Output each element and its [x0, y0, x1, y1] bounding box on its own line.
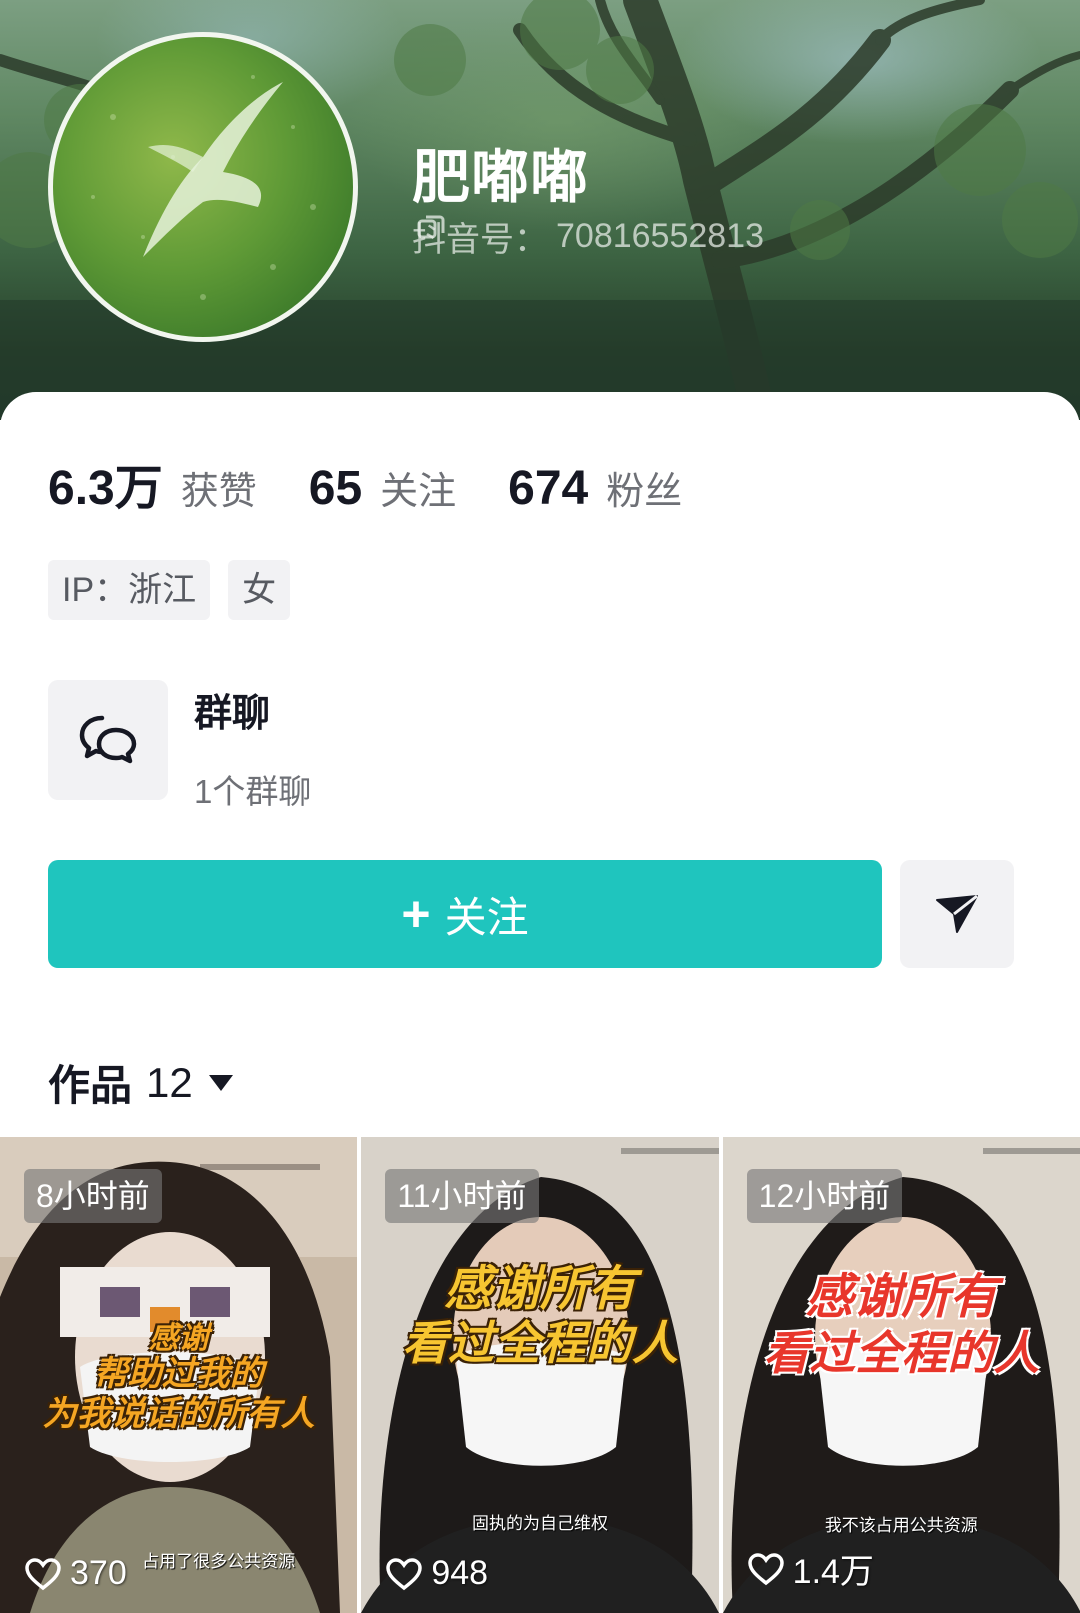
video-caption-line: 感谢: [148, 1322, 209, 1355]
video-caption-line: 看过全程的人: [763, 1327, 1040, 1379]
video-likes-count: 1.4万: [792, 1553, 874, 1591]
profile-page: 肥嘟嘟 抖音号： 70816552813 6.3万 获赞 65 关注 674 粉…: [0, 0, 1080, 1613]
video-caption-line: 为我说话的所有人: [42, 1395, 315, 1433]
video-caption-line: 帮助过我的: [93, 1355, 264, 1393]
works-tab-label: 作品: [48, 1062, 133, 1109]
video-likes: 370: [24, 1554, 127, 1593]
stat-following-value: 65: [308, 462, 363, 515]
video-sub-caption: 我不该占用公共资源: [824, 1516, 978, 1535]
send-message-button[interactable]: [900, 860, 1014, 968]
profile-tags: IP：浙江 女: [48, 560, 291, 620]
video-time-badge: 11小时前: [385, 1169, 539, 1223]
video-time-badge: 8小时前: [24, 1169, 162, 1223]
group-chat-subtitle: 1个群聊: [194, 773, 312, 810]
video-sub-caption: 固执的为自己维权: [471, 1514, 608, 1533]
stat-likes-value: 6.3万: [48, 462, 163, 515]
video-likes-count: 948: [431, 1554, 489, 1592]
chat-bubbles-icon: [79, 715, 137, 764]
group-chat-entry[interactable]: 群聊 1个群聊: [48, 680, 311, 813]
video-caption-line: 看过全程的人: [401, 1317, 678, 1369]
stat-following-label: 关注: [380, 471, 457, 513]
group-chat-icon-box: [48, 680, 168, 800]
works-tab[interactable]: 作品 12: [48, 1052, 235, 1113]
follow-button-label: 关注: [444, 893, 529, 941]
video-caption-line: 感谢所有: [805, 1271, 998, 1324]
stat-followers-value: 674: [508, 462, 589, 515]
caret-down-icon[interactable]: [207, 1073, 235, 1093]
follow-button[interactable]: + 关注: [48, 860, 882, 968]
group-chat-title: 群聊: [194, 693, 271, 735]
video-likes: 948: [385, 1554, 488, 1593]
profile-stats: 6.3万 获赞 65 关注 674 粉丝: [48, 448, 734, 518]
video-time-badge: 12小时前: [746, 1169, 903, 1223]
video-grid: 8小时前 感谢 帮助过我的 为我说话的所有人 占用了很多公共资源 370 11小…: [0, 1137, 1080, 1613]
stat-following[interactable]: 65 关注: [309, 460, 456, 516]
heart-icon: [747, 1552, 784, 1585]
stat-likes-label: 获赞: [180, 471, 257, 513]
video-caption-line: 感谢所有: [443, 1263, 636, 1316]
video-thumbnail[interactable]: 8小时前 感谢 帮助过我的 为我说话的所有人 占用了很多公共资源 370: [0, 1137, 358, 1613]
group-chat-text: 群聊 1个群聊: [194, 680, 311, 813]
video-likes: 1.4万: [747, 1544, 874, 1593]
avatar[interactable]: [48, 32, 358, 342]
profile-banner: 肥嘟嘟 抖音号： 70816552813: [0, 0, 1080, 420]
douyin-id-value: 70816552813: [556, 217, 765, 255]
seagull-icon: [91, 75, 316, 300]
username: 肥嘟嘟: [412, 145, 590, 210]
video-likes-count: 370: [70, 1554, 127, 1592]
stat-likes[interactable]: 6.3万 获赞: [48, 448, 257, 518]
video-thumbnail[interactable]: 11小时前 感谢所有 看过全程的人 固执的为自己维权 948: [361, 1137, 719, 1613]
copy-icon[interactable]: [416, 212, 446, 242]
heart-icon: [386, 1557, 423, 1590]
stat-followers[interactable]: 674 粉丝: [508, 460, 682, 516]
video-thumbnail[interactable]: 12小时前 感谢所有 看过全程的人 我不该占用公共资源 1.4万: [722, 1137, 1080, 1613]
heart-icon: [25, 1557, 61, 1590]
stat-followers-label: 粉丝: [606, 471, 683, 513]
ip-location-tag: IP：浙江: [48, 560, 211, 620]
douyin-id[interactable]: 抖音号： 70816552813: [412, 212, 764, 261]
send-icon: [936, 894, 978, 933]
gender-tag: 女: [228, 560, 291, 620]
plus-icon: +: [401, 886, 431, 942]
works-count: 12: [146, 1058, 193, 1106]
